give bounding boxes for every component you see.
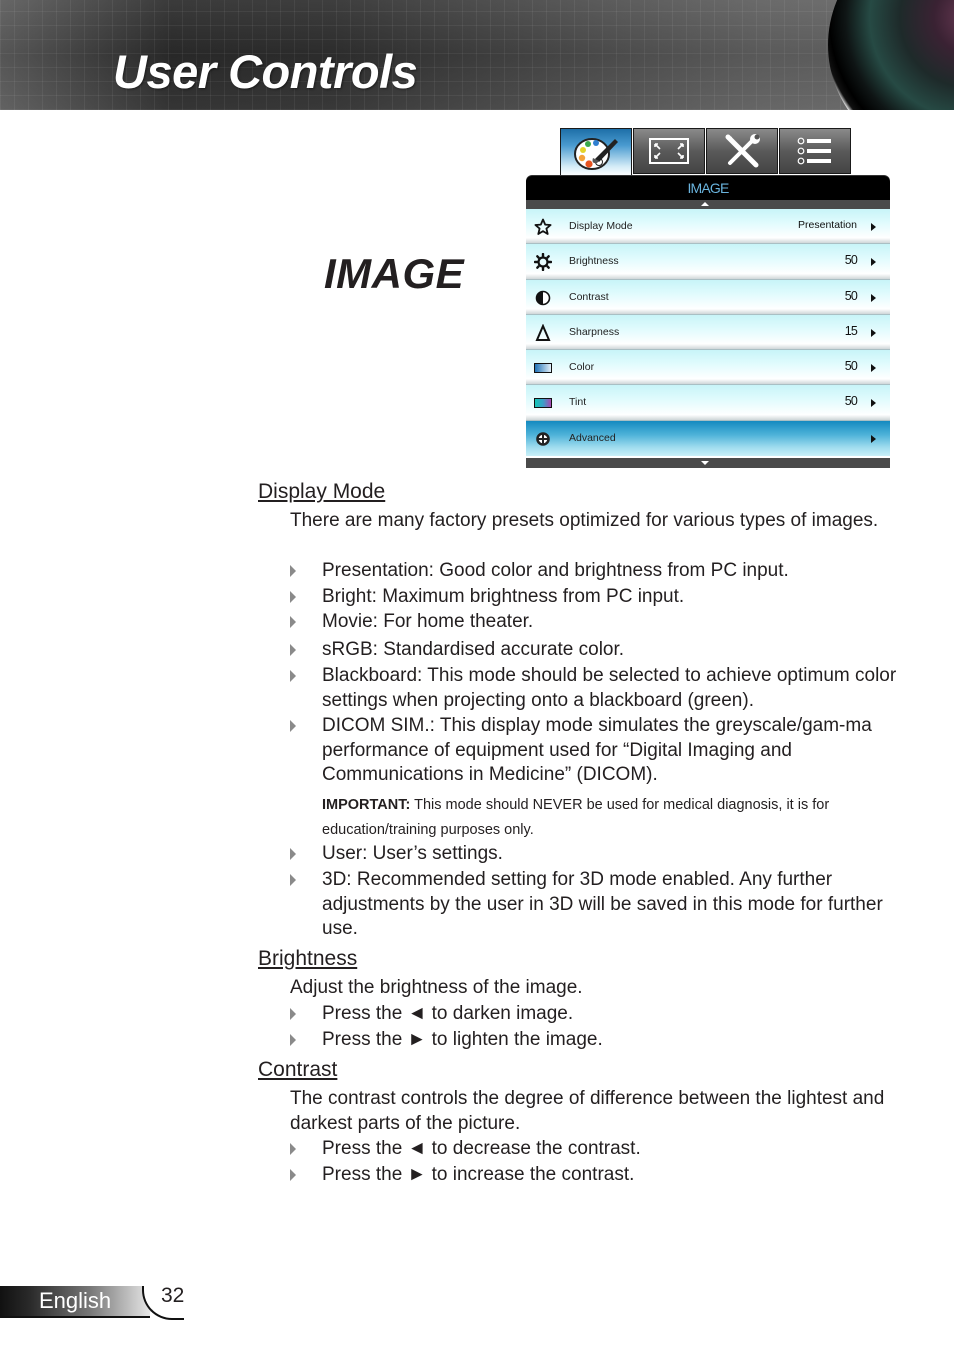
advanced-crosshair-icon <box>534 430 552 448</box>
osd-row-advanced[interactable]: Advanced <box>526 420 890 457</box>
osd-row-display-mode[interactable]: Display Mode Presentation <box>526 209 890 245</box>
osd-tab-bar <box>560 128 852 176</box>
heading-display-mode: Display Mode <box>258 480 386 503</box>
osd-row-label: Color <box>569 361 595 374</box>
scroll-up-arrow-icon <box>701 202 709 206</box>
right-arrow-icon <box>871 258 876 267</box>
right-arrow-icon <box>871 434 876 443</box>
osd-row-label: Display Mode <box>569 220 633 232</box>
bullet-triangle-icon <box>290 874 296 886</box>
osd-row-label: Contrast <box>569 290 609 303</box>
list-item: 3D: Recommended setting for 3D mode enab… <box>290 868 900 942</box>
contrast-icon <box>534 289 552 307</box>
bullet-triangle-icon <box>290 670 296 682</box>
bullet-triangle-icon <box>290 1008 296 1020</box>
list-item-text: Bright: Maximum brightness from PC input… <box>322 586 685 607</box>
osd-row-tint[interactable]: Tint 50 <box>526 385 890 421</box>
list-item: Presentation: Good color and brightness … <box>290 559 900 584</box>
osd-row-color[interactable]: Color 50 <box>526 350 890 386</box>
osd-scroll-down[interactable] <box>526 458 890 468</box>
list-item: Press the ► to lighten the image. <box>290 1028 900 1053</box>
list-item-text: Presentation: Good color and brightness … <box>322 560 789 581</box>
important-note: IMPORTANT: This mode should NEVER be use… <box>322 793 892 843</box>
projector-lens-image <box>828 0 954 110</box>
sharpness-triangle-icon <box>534 323 552 342</box>
bullet-triangle-icon <box>290 616 296 628</box>
list-item: Blackboard: This mode should be selected… <box>290 664 900 713</box>
list-item-text: DICOM SIM.: This display mode simulates … <box>322 715 872 785</box>
list-item-text: Press the ◄ to darken image. <box>322 1003 574 1024</box>
section-title: IMAGE <box>324 250 465 297</box>
list-item: sRGB: Standardised accurate color. <box>290 638 900 663</box>
list-item-text: sRGB: Standardised accurate color. <box>322 639 625 660</box>
list-item-text: Blackboard: This mode should be selected… <box>322 665 897 711</box>
list-item: User: User’s settings. <box>290 842 900 867</box>
osd-row-label: Tint <box>569 396 587 409</box>
osd-row-label: Advanced <box>569 431 616 444</box>
osd-row-value: 50 <box>844 394 858 409</box>
list-item-text: Press the ► to increase the contrast. <box>322 1164 635 1185</box>
osd-tab-display[interactable] <box>633 128 705 174</box>
list-item: Bright: Maximum brightness from PC input… <box>290 585 900 610</box>
right-arrow-icon <box>871 364 876 373</box>
bullet-triangle-icon <box>290 1169 296 1181</box>
list-item-text: Press the ► to lighten the image. <box>322 1029 603 1050</box>
page-title: User Controls <box>113 45 418 98</box>
bullet-triangle-icon <box>290 720 296 732</box>
bullet-triangle-icon <box>290 565 296 577</box>
osd-row-contrast[interactable]: Contrast 50 <box>526 279 890 315</box>
scroll-down-arrow-icon <box>701 461 709 465</box>
osd-row-value: 15 <box>844 323 858 338</box>
bullet-triangle-icon <box>290 1034 296 1046</box>
osd-row-value: 50 <box>844 359 858 374</box>
osd-row-value: Presentation <box>798 219 857 231</box>
osd-tab-options[interactable] <box>779 128 851 174</box>
bullet-triangle-icon <box>290 591 296 603</box>
list-icon <box>797 137 831 165</box>
bullet-triangle-icon <box>290 1143 296 1155</box>
list-item: Press the ◄ to decrease the contrast. <box>290 1137 900 1162</box>
page-number: 32 <box>161 1284 185 1307</box>
osd-row-label: Brightness <box>569 255 619 268</box>
contrast-intro: The contrast controls the degree of diff… <box>290 1088 885 1134</box>
list-item: Press the ◄ to darken image. <box>290 1002 900 1027</box>
osd-menu-title: IMAGE <box>687 180 729 196</box>
header-banner: User Controls <box>0 0 954 110</box>
osd-row-label: Sharpness <box>569 325 620 338</box>
osd-rows: Display Mode Presentation Brightness 50 <box>526 209 890 457</box>
bullet-triangle-icon <box>290 848 296 860</box>
heading-contrast: Contrast <box>258 1058 338 1081</box>
list-item: Press the ► to increase the contrast. <box>290 1163 900 1188</box>
osd-row-brightness[interactable]: Brightness 50 <box>526 244 890 280</box>
list-item: DICOM SIM.: This display mode simulates … <box>290 714 900 788</box>
list-item-text: User: User’s settings. <box>322 843 503 864</box>
tint-gradient-icon <box>534 394 552 412</box>
tools-icon <box>725 134 760 168</box>
display-mode-intro: There are many factory presets optimized… <box>290 510 879 531</box>
list-item-text: 3D: Recommended setting for 3D mode enab… <box>322 869 883 939</box>
star-icon <box>534 218 552 236</box>
list-item: Movie: For home theater. <box>290 610 900 635</box>
color-gradient-icon <box>534 359 552 377</box>
right-arrow-icon <box>871 293 876 302</box>
osd-tab-setup[interactable] <box>706 128 778 174</box>
osd-row-value: 50 <box>844 288 858 303</box>
footer-language: English <box>39 1288 112 1313</box>
osd-row-sharpness[interactable]: Sharpness 15 <box>526 314 890 351</box>
right-arrow-icon <box>871 399 876 408</box>
list-item-text: Press the ◄ to decrease the contrast. <box>322 1138 641 1159</box>
page-footer: English 32 <box>0 1284 190 1320</box>
sun-icon <box>534 253 552 272</box>
right-arrow-icon <box>871 223 876 231</box>
right-arrow-icon <box>871 328 876 337</box>
brightness-intro: Adjust the brightness of the image. <box>290 977 583 998</box>
osd-tab-image[interactable] <box>560 128 632 176</box>
heading-brightness: Brightness <box>258 947 358 970</box>
bullet-triangle-icon <box>290 644 296 656</box>
palette-icon <box>574 137 618 170</box>
osd-row-value: 50 <box>844 253 858 268</box>
important-label: IMPORTANT: <box>322 797 411 813</box>
screen-resize-icon <box>649 138 689 164</box>
list-item-text: Movie: For home theater. <box>322 611 534 632</box>
